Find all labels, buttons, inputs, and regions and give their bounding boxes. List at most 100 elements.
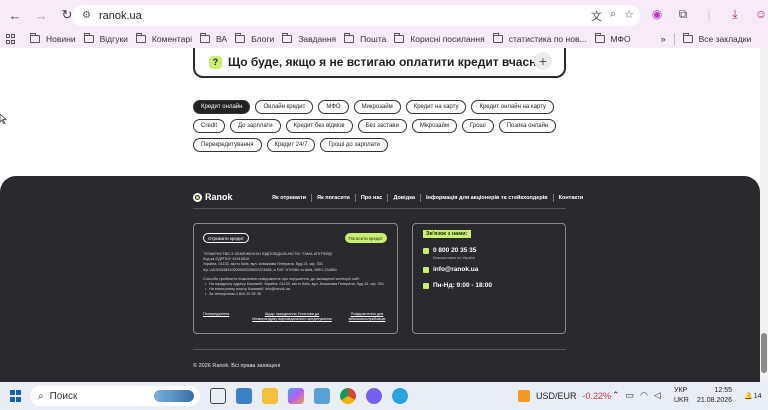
tag-link[interactable]: Кредит 24/7 (266, 138, 316, 152)
bookmark-folder[interactable]: Блоги (235, 33, 274, 44)
tag-link[interactable]: Кредит без відмов (285, 119, 353, 133)
footer-nav-link[interactable]: Контакти (559, 195, 584, 201)
bookmarks-overflow-icon[interactable]: » (661, 34, 666, 44)
tag-link[interactable]: Без застави (357, 119, 407, 133)
bookmark-folder[interactable]: Відгуки (83, 33, 128, 44)
folder-icon (83, 33, 94, 43)
faq-item[interactable]: ? Що буде, якщо я не встигаю оплатити кр… (193, 48, 566, 78)
calendar-icon (423, 282, 429, 289)
copyright: © 2026 Ranok. Всі права захищені (193, 363, 281, 369)
profile-icon[interactable]: ☺ (752, 5, 768, 23)
battery-icon[interactable]: ▭ (626, 390, 635, 401)
tag-link[interactable]: Кредит онлайн (193, 100, 251, 114)
tag-link[interactable]: Кредит на карту (405, 100, 467, 114)
notes-icon[interactable] (314, 388, 330, 404)
language-indicator[interactable]: УКР UKR (674, 386, 689, 406)
page-scrollbar[interactable] (760, 48, 768, 382)
divider: | (707, 7, 711, 21)
bookmark-folder[interactable]: Корисні посилання (394, 33, 485, 44)
page-content: ? Що буде, якщо я не встигаю оплатити кр… (0, 48, 768, 386)
tag-row: Перекредитування Кредит 24/7 Гроші до зарп… (193, 138, 573, 152)
footer-nav-link[interactable]: Як отримати (272, 195, 306, 201)
bookmark-folder[interactable]: Завдання (282, 33, 336, 44)
wifi-icon[interactable]: ◠ (640, 390, 648, 401)
footer-nav-link[interactable]: Довідка (393, 195, 415, 201)
taskbar-search[interactable]: ⌕ Поиск (30, 386, 200, 406)
mouse-cursor-icon (0, 114, 7, 124)
taskbar: ⌕ Поиск USD/EUR -0.22% ⌃ ▭ ◠ ◁ УКР UKR 1… (0, 382, 768, 410)
task-view-icon[interactable] (210, 388, 226, 404)
bookmark-star-icon[interactable]: ☆ (624, 8, 634, 24)
tag-link[interactable]: Позика онлайн (498, 119, 557, 133)
divider (193, 349, 566, 350)
divider (673, 33, 675, 45)
bookmark-folder[interactable]: МФО (594, 33, 631, 44)
bookmark-folder[interactable]: Коментарі (135, 33, 192, 44)
zoom-icon[interactable]: ⌕ (610, 8, 616, 24)
expand-plus-icon[interactable]: + (534, 52, 552, 70)
address-bar[interactable]: ⚙ ranok.ua 文 ⌕ ☆ (72, 5, 640, 26)
memorandum-link[interactable]: Щодо приєднання Установи до Меморандуму … (252, 312, 332, 322)
folder-icon (492, 33, 503, 43)
tag-link[interactable]: Гроші до зарплати (320, 138, 388, 152)
pinned-apps (210, 388, 408, 404)
footer-nav-link[interactable]: Інформація для акціонерів та стейкхолдер… (426, 195, 548, 201)
bookmark-folder[interactable]: Пошта (344, 33, 386, 44)
notifications-button[interactable]: 🔔 14 (744, 389, 762, 403)
tag-link[interactable]: Перекредитування (193, 138, 262, 152)
chrome-icon[interactable] (340, 388, 356, 404)
search-icon: ⌕ (38, 390, 44, 402)
currency-icon (518, 390, 530, 402)
bookmark-folder[interactable]: ВА (200, 33, 227, 44)
clock[interactable]: 12:55 21.08.2026 (697, 386, 732, 406)
translate-icon[interactable]: 文 (591, 8, 602, 24)
email-link[interactable]: info@ranok.ua (423, 266, 478, 273)
apps-icon[interactable] (6, 34, 16, 44)
footer-nav-link[interactable]: Як погасити (317, 195, 350, 201)
download-icon[interactable]: ⤓ (726, 5, 744, 23)
store-icon[interactable] (236, 388, 252, 404)
tag-link[interactable]: Онлайн кредит (255, 100, 314, 114)
military-notice-link[interactable]: Повідомлення для військовослужбовців (341, 312, 393, 322)
all-bookmarks[interactable]: Все закладки (682, 33, 751, 44)
windows-start-icon[interactable] (10, 390, 22, 402)
back-icon[interactable]: ← (4, 4, 26, 26)
tag-link[interactable]: МФО (318, 100, 349, 114)
footer-nav-link[interactable]: Про нас (361, 195, 383, 201)
tag-link[interactable]: Гроші (461, 119, 494, 133)
site-footer: Ranok Як отримати Як погасити Про нас Довід… (0, 176, 760, 386)
volume-icon[interactable]: ◁ (654, 390, 661, 401)
tag-link[interactable]: Credit (193, 119, 226, 133)
ranok-logo[interactable]: Ranok (193, 192, 233, 202)
phone-note: Безкоштовно по Україні (433, 256, 475, 260)
legal-links: Попередження Щодо приєднання Установи до… (203, 312, 393, 322)
copilot-icon[interactable] (288, 388, 304, 404)
viber-icon[interactable] (366, 388, 382, 404)
tag-link[interactable]: Микрозайм (353, 100, 401, 114)
divider (193, 208, 566, 209)
tag-link[interactable]: Мікрозайм (411, 119, 457, 133)
divider (552, 194, 554, 202)
bookmark-folder[interactable]: Новини (30, 33, 76, 44)
scrollbar-thumb[interactable] (761, 333, 767, 373)
currency-widget[interactable]: USD/EUR -0.22% (518, 390, 611, 402)
extension-color-icon[interactable]: ◉ (648, 5, 666, 23)
tag-link[interactable]: Кредит онлайн на карту (471, 100, 555, 114)
get-credit-button[interactable]: Отримати кредит (203, 233, 249, 243)
phone-link[interactable]: 0 800 20 35 35 (423, 247, 476, 254)
site-info-icon[interactable]: ⚙ (82, 10, 91, 21)
telegram-icon[interactable] (392, 388, 408, 404)
file-explorer-icon[interactable] (262, 388, 278, 404)
footer-nav: Як отримати Як погасити Про нас Довідка Інфо… (272, 194, 583, 202)
divider (311, 194, 313, 202)
tray-expand-icon[interactable]: ⌃ (612, 390, 620, 401)
extensions-icon[interactable]: ⧉ (674, 5, 692, 23)
folder-icon (200, 33, 211, 43)
forward-icon[interactable]: → (30, 4, 52, 26)
warning-link[interactable]: Попередження (203, 312, 243, 322)
bookmark-folder[interactable]: статистика по нов... (492, 33, 587, 44)
contact-title: Зв'язок з нами: (423, 230, 471, 238)
tag-link[interactable]: До зарплати (230, 119, 281, 133)
repay-credit-button[interactable]: Погасити кредит (344, 233, 387, 243)
browser-toolbar: ← → ↻ ⚙ ranok.ua 文 ⌕ ☆ ◉ ⧉ | ⤓ ☺ ⋮ (0, 0, 768, 30)
